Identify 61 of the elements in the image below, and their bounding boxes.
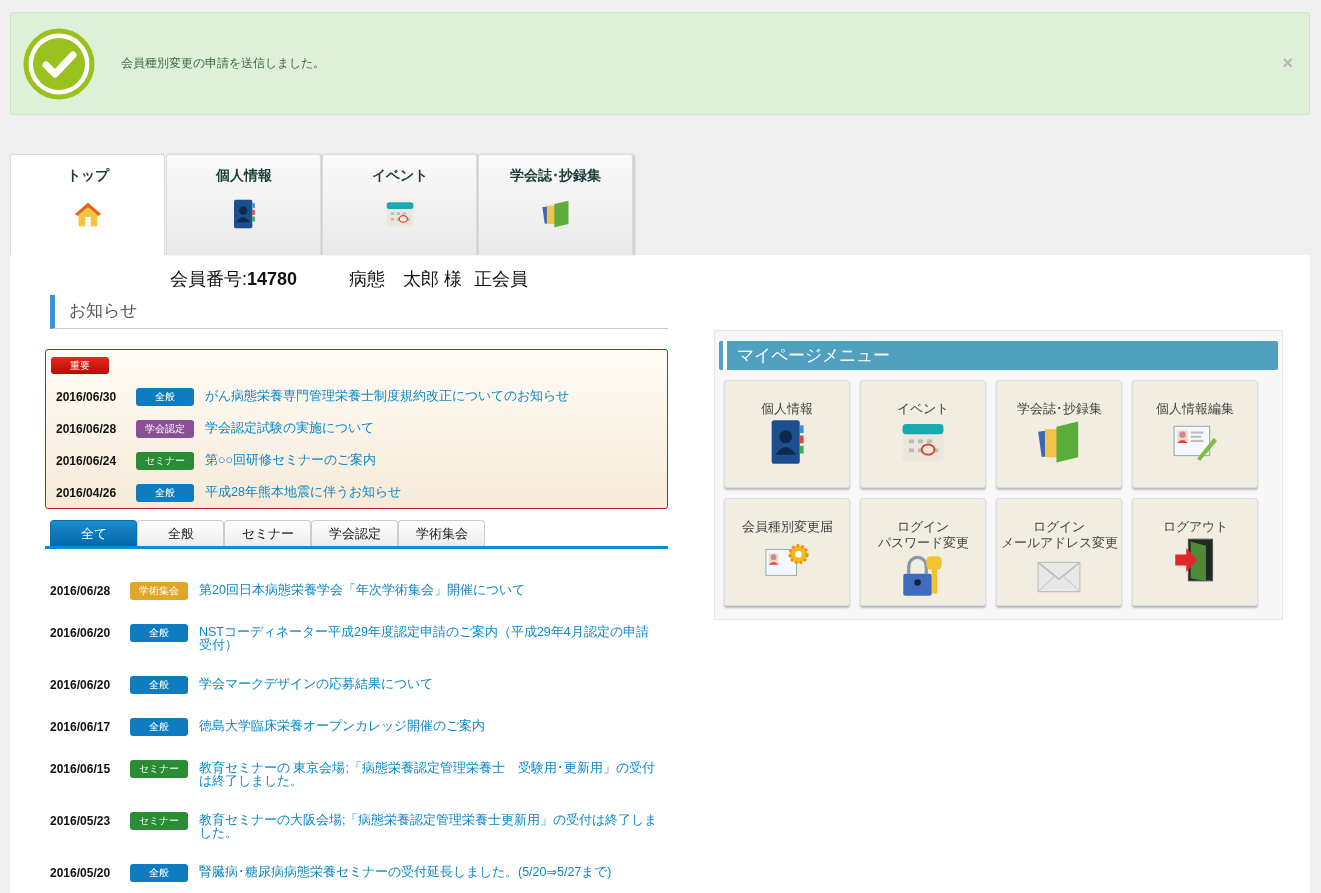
category-badge: 学術集会: [130, 582, 188, 600]
category-badge: セミナー: [136, 452, 194, 470]
category-badge: 全般: [130, 624, 188, 642]
menu-tile[interactable]: ログアウト: [1132, 498, 1258, 606]
category-badge: 全般: [130, 676, 188, 694]
news-date: 2016/05/23: [49, 813, 112, 830]
news-link[interactable]: 第20回日本病態栄養学会「年次学術集会」開催について: [199, 582, 525, 597]
menu-tile[interactable]: ログイン メールアドレス変更: [996, 498, 1122, 606]
filter-tab[interactable]: 全て: [50, 520, 137, 546]
menu-title: マイページメニュー: [719, 341, 1278, 370]
filter-tab[interactable]: 全般: [137, 520, 224, 546]
member-number-label: 会員番号:: [170, 268, 247, 291]
check-circle-icon: [23, 27, 95, 100]
news-date: 2016/06/17: [49, 719, 112, 736]
news-date: 2016/06/30: [55, 389, 118, 406]
news-date: 2016/06/24: [55, 453, 118, 470]
section-heading: お知らせ: [50, 295, 668, 329]
menu-tile[interactable]: 学会誌･抄録集: [996, 380, 1122, 488]
menu-tile[interactable]: 個人情報編集: [1132, 380, 1258, 488]
nav-tab[interactable]: トップ: [10, 154, 165, 255]
news-link[interactable]: 徳島大学臨床栄養オープンカレッジ開催のご案内: [199, 718, 485, 733]
news-date: 2016/06/15: [49, 761, 112, 778]
news-link[interactable]: 第○○回研修セミナーのご案内: [205, 452, 377, 467]
filter-tab[interactable]: 学会認定: [311, 520, 398, 546]
news-date: 2016/06/28: [49, 583, 112, 600]
news-date: 2016/06/20: [49, 677, 112, 694]
news-link[interactable]: NSTコーディネーター平成29年度認定申請のご案内（平成29年4月認定の申請受付）: [199, 624, 661, 652]
news-link[interactable]: 学会認定試験の実施について: [205, 420, 374, 435]
category-badge: セミナー: [130, 760, 188, 778]
news-date: 2016/05/20: [49, 865, 112, 882]
nav-tab[interactable]: 個人情報: [166, 154, 321, 255]
news-date: 2016/06/20: [49, 625, 112, 642]
news-link[interactable]: 学会マークデザインの応募結果について: [199, 676, 433, 691]
news-link[interactable]: 教育セミナーの大阪会場;「病態栄養認定管理栄養士更新用」の受付は終了しました。: [199, 812, 661, 840]
category-badge: 全般: [130, 718, 188, 736]
member-name: 病態 太郎 様: [349, 268, 463, 291]
member-number: 14780: [247, 269, 298, 290]
news-date: 2016/06/28: [55, 421, 118, 438]
category-badge: 学会認定: [136, 420, 194, 438]
nav-tab[interactable]: 学会誌･抄録集: [478, 154, 633, 255]
category-badge: 全般: [136, 484, 194, 502]
books-icon: [540, 199, 571, 229]
category-badge: セミナー: [130, 812, 188, 830]
important-badge: 重要: [51, 357, 109, 374]
member-grade: 正会員: [474, 268, 529, 291]
nav-tab[interactable]: イベント: [322, 154, 477, 255]
news-link[interactable]: がん病態栄養専門管理栄養士制度規約改正についてのお知らせ: [205, 388, 569, 403]
category-badge: 全般: [130, 864, 188, 882]
menu-tile[interactable]: 会員種別変更届: [724, 498, 850, 606]
category-badge: 全般: [136, 388, 194, 406]
calendar-icon: [384, 199, 415, 229]
menu-tile[interactable]: ログイン パスワード変更: [860, 498, 986, 606]
menu-tile[interactable]: 個人情報: [724, 380, 850, 488]
news-link[interactable]: 教育セミナーの 東京会場;「病態栄養認定管理栄養士 受験用･更新用」の受付は終了しました。: [199, 760, 661, 788]
menu-tile[interactable]: イベント: [860, 380, 986, 488]
filter-tab[interactable]: 学術集会: [398, 520, 485, 546]
news-link[interactable]: 平成28年熊本地震に伴うお知らせ: [205, 484, 401, 499]
news-date: 2016/04/26: [55, 485, 118, 502]
news-link[interactable]: 腎臓病･糖尿病病態栄養セミナーの受付延長しました。(5/20⇒5/27まで): [199, 864, 612, 879]
filter-tab[interactable]: セミナー: [224, 520, 311, 546]
alert-message: 会員種別変更の申請を送信しました。: [121, 55, 326, 72]
